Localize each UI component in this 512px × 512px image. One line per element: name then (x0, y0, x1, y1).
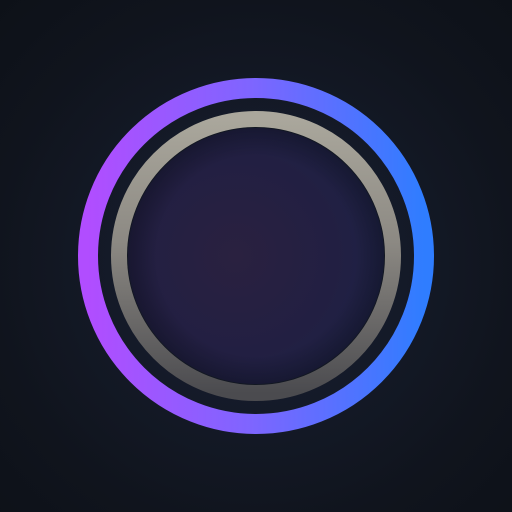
app-screen (0, 0, 512, 512)
button-inner-shadow (128, 128, 384, 384)
circle-button-graphic[interactable] (0, 0, 512, 512)
